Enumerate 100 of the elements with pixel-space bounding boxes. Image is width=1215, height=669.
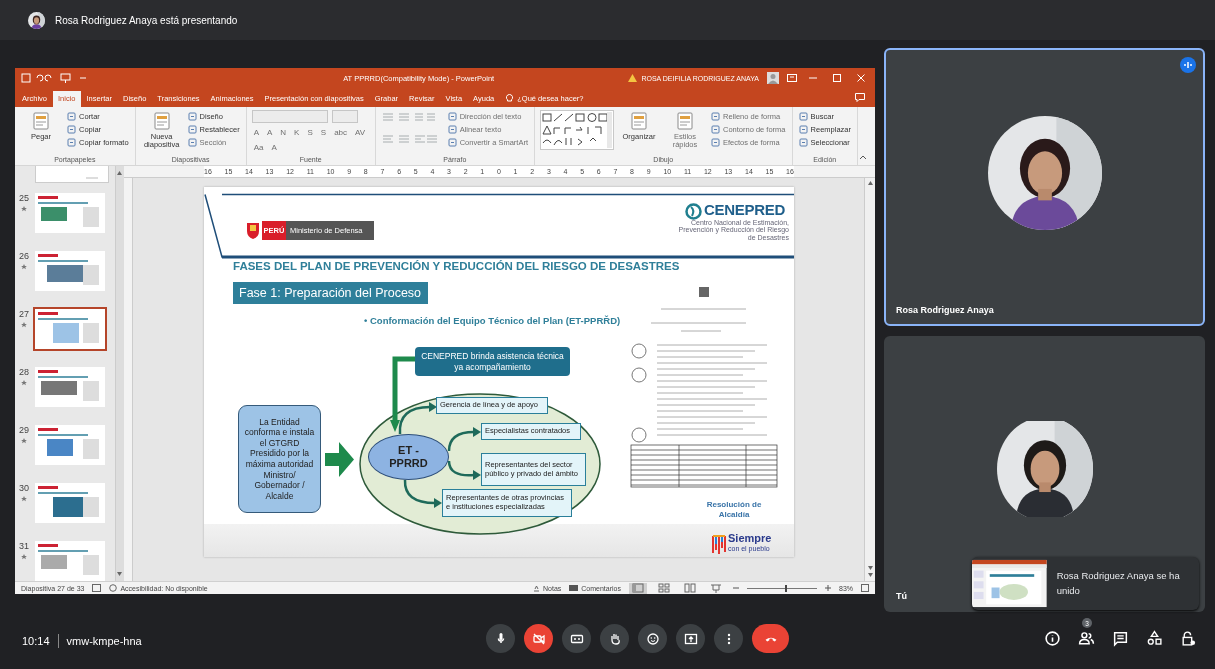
meeting-code: vmw-kmpe-hna <box>66 634 142 647</box>
globe-icon <box>685 203 702 220</box>
slide-thumbnail[interactable] <box>33 423 107 467</box>
zoom-in-icon[interactable] <box>825 585 831 591</box>
scrollbar-arrow-icon[interactable] <box>866 180 874 186</box>
slide-thumbnail[interactable] <box>33 249 107 293</box>
star-icon <box>21 554 27 560</box>
quick-access-drawing[interactable] <box>21 73 89 83</box>
slide-number: 30 <box>19 483 29 493</box>
comment-icon[interactable] <box>855 93 865 102</box>
logo-text: CENEPRED <box>704 201 785 218</box>
tool-icon <box>67 124 76 134</box>
slide-number: 29 <box>19 425 29 435</box>
slide-thumbnail[interactable] <box>33 481 107 525</box>
slide-thumbnail[interactable] <box>33 307 107 351</box>
slide-thumbnail[interactable] <box>33 365 107 409</box>
more-icon <box>726 632 731 645</box>
diagram-box: CENEPRED brinda asistencia técnica ya acompañamiento <box>415 347 570 376</box>
document-icon <box>32 111 50 131</box>
view-button[interactable] <box>629 582 647 594</box>
participant-name: Rosa Rodriguez Anaya <box>896 305 994 315</box>
collapse-icon[interactable] <box>859 154 867 160</box>
activities-icon[interactable] <box>1146 630 1163 647</box>
tool-icon <box>447 124 457 134</box>
slide-number: 26 <box>19 251 29 261</box>
warning-icon <box>628 74 638 82</box>
slide-number: 31 <box>19 541 29 551</box>
scrollbar-arrow-icon[interactable] <box>116 170 123 176</box>
tool-icon <box>67 137 76 147</box>
zoom-slider[interactable] <box>747 583 817 593</box>
tool-icon <box>187 137 197 147</box>
reactions-button[interactable] <box>638 624 667 653</box>
meeting-time: 10:14 <box>22 634 50 647</box>
scrollbar-arrow-icon[interactable] <box>116 571 123 577</box>
info-icon[interactable] <box>1044 630 1061 647</box>
slide-title: FASES DEL PLAN DE PREVENCIÓN Y REDUCCIÓN DEL RIESGO DE DESASTRES <box>233 260 680 272</box>
camera-button[interactable] <box>524 624 553 653</box>
tool-icon <box>798 137 808 147</box>
slide-number: 27 <box>19 309 29 319</box>
logo-text: Siempre <box>728 532 772 544</box>
curved-arrow <box>447 459 482 483</box>
leave-call-button[interactable] <box>752 624 789 653</box>
presenting-text: Rosa Rodriguez Anaya está presentando <box>55 14 238 26</box>
speaking-icon <box>1180 57 1196 73</box>
present-button[interactable] <box>676 624 705 653</box>
curved-arrow <box>396 399 438 435</box>
microphone-button[interactable] <box>486 624 515 653</box>
star-icon <box>21 322 27 328</box>
scrollbar[interactable] <box>864 178 875 581</box>
document-icon <box>152 111 171 131</box>
slide-number: 25 <box>19 193 29 203</box>
scrollbar[interactable] <box>115 166 124 581</box>
phase-heading: Fase 1: Preparación del Proceso <box>233 282 428 304</box>
tool-icon <box>187 111 197 121</box>
tool-icon <box>798 124 808 134</box>
smiley-icon <box>644 630 661 647</box>
document-icon <box>676 111 694 131</box>
star-icon <box>21 264 27 270</box>
document-icon <box>630 111 648 131</box>
shield-icon <box>246 221 260 240</box>
scrollbar-arrow-icon[interactable] <box>866 565 874 579</box>
tool-icon <box>447 137 457 147</box>
star-icon <box>21 206 27 212</box>
slide-thumbnail[interactable] <box>33 539 107 581</box>
video-tile[interactable]: Tú Rosa Rodriguez Anaya se ha unido <box>884 336 1205 612</box>
block-arrow <box>325 442 354 477</box>
star-icon <box>21 380 27 386</box>
star-icon <box>21 496 27 502</box>
chat-icon[interactable] <box>1112 630 1129 647</box>
star-icon <box>21 438 27 444</box>
tool-icon <box>711 124 720 134</box>
tool-icon <box>711 111 720 121</box>
bullet-text: • Conformación del Equipo Técnico del Plan (ET-PPRŘD) <box>364 315 621 326</box>
document-caption: Resolución de Alcaldía <box>705 500 763 520</box>
tool-icon <box>711 137 720 147</box>
notification-text: Rosa Rodriguez Anaya se ha unido <box>1055 569 1181 598</box>
slide-thumbnail[interactable] <box>33 191 107 235</box>
accessibility-icon <box>109 584 118 592</box>
participant-name: Tú <box>896 591 907 601</box>
slide-number: 28 <box>19 367 29 377</box>
spelling-icon[interactable] <box>92 584 102 592</box>
comment-icon <box>569 584 579 592</box>
stripes-icon <box>712 534 726 554</box>
view-button[interactable] <box>655 582 673 594</box>
shapes-gallery[interactable] <box>540 110 614 150</box>
view-button[interactable] <box>681 582 699 594</box>
lock-icon[interactable] <box>1180 630 1197 647</box>
raise-hand-button[interactable] <box>600 624 629 653</box>
lightbulb-icon <box>506 94 514 103</box>
tool-icon <box>187 124 197 134</box>
phone-icon <box>764 635 777 642</box>
notes-icon <box>533 584 540 592</box>
ribbon-display-icon[interactable] <box>787 74 797 82</box>
video-tile[interactable]: Rosa Rodriguez Anaya <box>884 48 1205 326</box>
captions-button[interactable] <box>562 624 591 653</box>
tool-icon <box>67 111 76 121</box>
curved-arrow <box>447 424 482 452</box>
fit-icon[interactable] <box>861 584 869 592</box>
tool-icon <box>447 111 457 121</box>
tool-icon <box>798 111 808 121</box>
